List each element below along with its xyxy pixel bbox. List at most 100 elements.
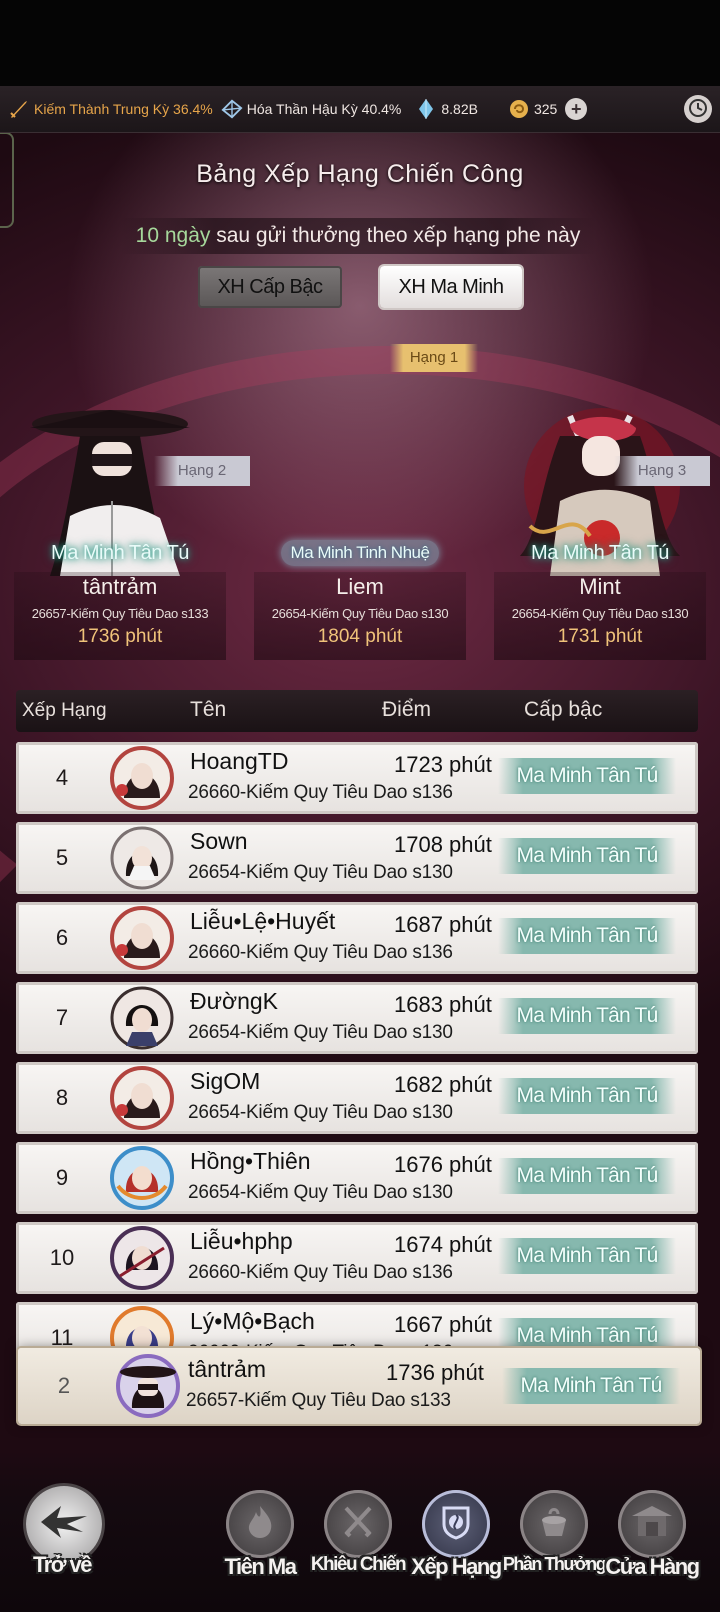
player-score: 1676 phút [394, 1152, 492, 1177]
player-name: ĐườngK [190, 988, 279, 1014]
podium-grade: Ma Minh Tinh Nhuệ [244, 540, 476, 566]
player-score: 1708 phút [394, 832, 492, 857]
nav-label: Khiêu Chiến [310, 1554, 407, 1575]
realm-progress-2: Hóa Thần Hậu Kỳ 40.4% [221, 98, 401, 120]
nav-circle [324, 1490, 392, 1558]
player-name: Sown [190, 828, 248, 854]
grade-badge: Ma Minh Tân Tú [498, 838, 676, 874]
page-title: Bảng Xếp Hạng Chiến Công [196, 160, 524, 188]
grade-badge: Ma Minh Tân Tú [498, 1158, 676, 1194]
nav-cua-hang[interactable]: Cửa Hàng [605, 1490, 700, 1600]
clock-button[interactable] [684, 95, 712, 123]
nav-label: Xếp Hạng [411, 1554, 502, 1579]
avatar [110, 1226, 174, 1290]
add-coins-button[interactable]: + [565, 98, 588, 120]
podium-rank-1[interactable]: Ma Minh Tinh Nhuệ Liem 26654-Kiếm Quy Ti… [244, 400, 476, 660]
nav-tien-ma[interactable]: Tiên Ma [216, 1490, 304, 1600]
table-row[interactable]: 9 Hồng•Thiên 26654-Kiếm Quy Tiêu Dao s13… [16, 1142, 698, 1214]
player-server: 26660-Kiếm Quy Tiêu Dao s136 [188, 1262, 453, 1283]
crystal-counter: 8.82B [415, 98, 478, 120]
podium-server: 26654-Kiếm Quy Tiêu Dao s130 [271, 606, 449, 621]
grade-badge: Ma Minh Tân Tú [498, 918, 676, 954]
podium-server: 26657-Kiếm Quy Tiêu Dao s133 [31, 606, 209, 621]
player-score: 1674 phút [394, 1232, 492, 1257]
player-name: Hồng•Thiên [190, 1148, 311, 1174]
back-label: Trở về [32, 1552, 93, 1577]
player-name: Lý•Mộ•Bạch [190, 1308, 315, 1334]
table-row[interactable]: 7 ĐườngK 26654-Kiếm Quy Tiêu Dao s130 16… [16, 982, 698, 1054]
table-row[interactable]: 6 Liễu•Lệ•Huyết 26660-Kiếm Quy Tiêu Dao … [16, 902, 698, 974]
shop-pavilion-icon [630, 1502, 674, 1547]
nav-label: Cửa Hàng [605, 1554, 700, 1579]
coin-icon [508, 98, 530, 120]
row-rank: 5 [55, 845, 69, 870]
sword-icon [8, 98, 30, 120]
avatar [110, 986, 174, 1050]
player-score: 1723 phút [394, 752, 492, 777]
flame-icon [240, 1502, 280, 1547]
fan-icon [221, 98, 243, 120]
nav-circle [618, 1490, 686, 1558]
back-arrow-icon [37, 1502, 91, 1547]
player-server: 26657-Kiếm Quy Tiêu Dao s133 [186, 1390, 451, 1411]
row-rank: 6 [55, 925, 69, 950]
tab-ma-minh[interactable]: XH Ma Minh [380, 266, 522, 308]
table-row[interactable]: 5 Sown 26654-Kiếm Quy Tiêu Dao s130 1708… [16, 822, 698, 894]
player-score: 1682 phút [394, 1072, 492, 1097]
player-name: HoangTD [190, 748, 289, 774]
player-server: 26654-Kiếm Quy Tiêu Dao s130 [188, 1022, 453, 1043]
my-rank-row[interactable]: 2 tântrảm 26657-Kiếm Quy Tiêu Dao s133 1… [18, 1348, 700, 1424]
avatar [110, 1066, 174, 1130]
podium-rank-2[interactable]: Hạng 2 Ma Minh Tân Tú tântrảm 26657-Kiếm… [4, 400, 250, 660]
tab-rank-level[interactable]: XH Cấp Bậc [198, 266, 342, 308]
podium-score: 1731 phút [557, 626, 643, 647]
table-header: Xếp Hạng Tên Điểm Cấp bậc [16, 690, 698, 732]
podium-grade: Ma Minh Tân Tú [531, 542, 669, 564]
realm-progress-1: Kiếm Thành Trung Kỳ 36.4% [8, 98, 213, 120]
podium-name: tântrảm [82, 574, 158, 599]
podium-grade: Ma Minh Tân Tú [51, 542, 189, 564]
rank-1-tag: Hạng 1 [390, 344, 478, 372]
player-server: 26654-Kiếm Quy Tiêu Dao s130 [188, 1102, 453, 1123]
header-name: Tên [190, 698, 227, 721]
table-row[interactable]: 10 Liễu•hphp 26660-Kiếm Quy Tiêu Dao s13… [16, 1222, 698, 1294]
grade-badge: Ma Minh Tân Tú [498, 998, 676, 1034]
row-rank: 7 [55, 1005, 69, 1030]
row-rank: 10 [49, 1245, 75, 1270]
player-score: 1736 phút [386, 1360, 484, 1385]
podium-rank-3[interactable]: Hạng 3 Ma Minh Tân Tú Mint 26654-Kiếm Qu… [484, 400, 716, 660]
grade-badge: Ma Minh Tân Tú [498, 1078, 676, 1114]
rank-2-tag: Hạng 2 [154, 456, 250, 486]
rank-3-tag: Hạng 3 [614, 456, 710, 486]
clock-icon [688, 98, 708, 121]
avatar [110, 746, 174, 810]
header-grade: Cấp bậc [524, 698, 603, 721]
podium-name: Liem [336, 574, 384, 599]
player-server: 26654-Kiếm Quy Tiêu Dao s130 [188, 1182, 453, 1203]
nav-circle [226, 1490, 294, 1558]
back-button[interactable]: Trở về [18, 1486, 106, 1596]
nav-xep-hang[interactable]: Xếp Hạng [411, 1490, 502, 1600]
podium-server: 26654-Kiếm Quy Tiêu Dao s130 [511, 606, 689, 621]
player-name: SigOM [190, 1068, 261, 1094]
nav-khieu-chien[interactable]: Khiêu Chiến [311, 1490, 407, 1600]
table-row[interactable]: 8 SigOM 26654-Kiếm Quy Tiêu Dao s130 168… [16, 1062, 698, 1134]
player-score: 1687 phút [394, 912, 492, 937]
coin-counter: 325 [508, 98, 557, 120]
nav-phan-thuong[interactable]: Phần Thưởng [503, 1490, 607, 1600]
top-margin [0, 0, 720, 86]
player-server: 26660-Kiếm Quy Tiêu Dao s136 [188, 782, 453, 803]
crystal-icon [415, 98, 437, 120]
back-circle [26, 1486, 102, 1562]
avatar [110, 1146, 174, 1210]
grade-badge: Ma Minh Tân Tú [498, 1238, 676, 1274]
ranking-list[interactable]: 4 HoangTD 26660-Kiếm Quy Tiêu Dao s136 1… [16, 742, 698, 1366]
avatar [116, 1354, 180, 1418]
table-row[interactable]: 4 HoangTD 26660-Kiếm Quy Tiêu Dao s136 1… [16, 742, 698, 814]
row-rank: 4 [55, 765, 69, 790]
podium-score: 1804 phút [317, 626, 403, 647]
treasure-icon [534, 1502, 574, 1547]
reward-countdown-text: 10 ngày sau gửi thưởng theo xếp hạng phe… [120, 218, 596, 254]
swords-icon [338, 1502, 378, 1547]
nav-circle [520, 1490, 588, 1558]
